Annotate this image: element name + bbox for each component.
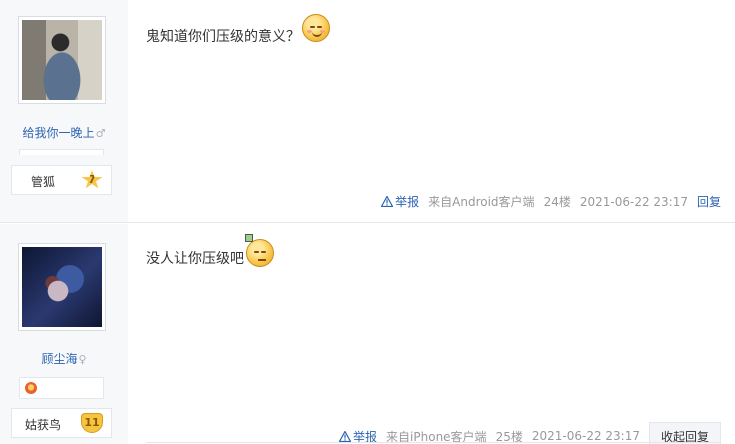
warning-icon bbox=[381, 196, 394, 207]
game-badge-icon[interactable] bbox=[25, 382, 37, 394]
avatar-link[interactable] bbox=[18, 243, 106, 331]
report-link[interactable]: 举报 bbox=[372, 193, 419, 210]
post-content: 没人让你压级吧 bbox=[146, 234, 274, 272]
floor-number: 24楼 bbox=[543, 195, 571, 209]
collapse-replies-button[interactable]: 收起回复 bbox=[648, 422, 721, 444]
level-name: 管狐 bbox=[30, 175, 55, 189]
post-time: 2021-06-22 23:17 bbox=[531, 429, 640, 443]
smug-emoji-icon bbox=[245, 234, 274, 267]
badge-strip bbox=[19, 149, 104, 155]
post-meta: 举报 来自iPhone客户端 25楼 2021-06-22 23:17 收起回复 bbox=[330, 420, 721, 444]
male-icon: ♂ bbox=[95, 127, 106, 140]
report-label: 举报 bbox=[395, 195, 420, 209]
post-floor-24: 给我你一晚上♂ 管狐 7 鬼知道你们压级的意义？ 举报 来自Android客户端… bbox=[0, 0, 735, 223]
username-link[interactable]: 顾尘海♀ bbox=[0, 350, 128, 367]
username-text: 给我你一晚上 bbox=[22, 126, 95, 140]
smile-blush-emoji-icon bbox=[302, 14, 330, 42]
post-floor-25: 顾尘海♀ 姑获鸟 11 没人让你压级吧 举报 来自iPhone客户端 25楼 2… bbox=[0, 224, 735, 444]
author-sidebar: 给我你一晚上♂ 管狐 7 bbox=[0, 0, 128, 222]
level-shield-icon: 11 bbox=[81, 413, 103, 433]
post-text: 鬼知道你们压级的意义？ bbox=[146, 29, 300, 45]
post-meta: 举报 来自Android客户端 24楼 2021-06-22 23:17 回复 bbox=[372, 193, 721, 210]
username-link[interactable]: 给我你一晚上♂ bbox=[0, 124, 128, 141]
warning-icon bbox=[339, 430, 352, 442]
badge-strip bbox=[19, 377, 104, 399]
username-text: 顾尘海 bbox=[41, 352, 78, 366]
divider bbox=[146, 442, 721, 443]
female-icon: ♀ bbox=[78, 353, 87, 366]
client-source: 来自Android客户端 bbox=[428, 195, 535, 209]
level-badge[interactable]: 姑获鸟 11 bbox=[11, 408, 112, 438]
level-name: 姑获鸟 bbox=[24, 418, 61, 432]
author-sidebar: 顾尘海♀ 姑获鸟 11 bbox=[0, 224, 128, 444]
post-content: 鬼知道你们压级的意义？ bbox=[146, 14, 330, 50]
level-star-icon: 7 bbox=[81, 170, 103, 189]
avatar bbox=[22, 247, 102, 327]
avatar bbox=[22, 20, 102, 100]
reply-button[interactable]: 回复 bbox=[697, 193, 721, 210]
post-time: 2021-06-22 23:17 bbox=[579, 194, 688, 209]
post-text: 没人让你压级吧 bbox=[146, 251, 244, 267]
avatar-link[interactable] bbox=[18, 16, 106, 104]
level-badge[interactable]: 管狐 7 bbox=[11, 165, 112, 195]
